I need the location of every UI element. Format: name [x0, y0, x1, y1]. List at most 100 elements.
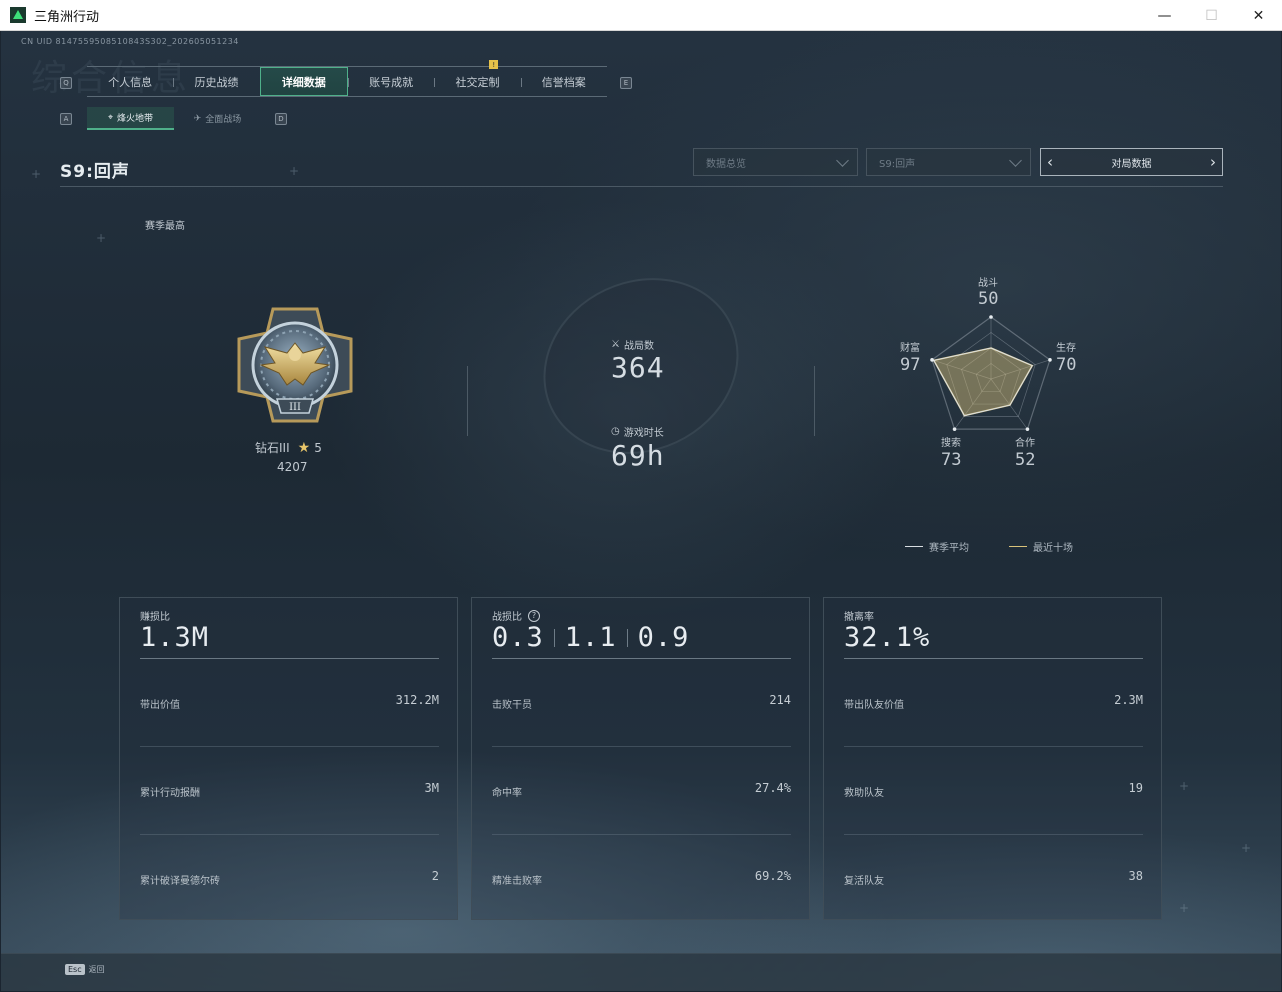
- deco-plus-icon: +: [289, 164, 300, 178]
- value-separator: [553, 628, 555, 647]
- legend-swatch: [1009, 546, 1027, 547]
- maximize-button[interactable]: ☐: [1188, 0, 1235, 31]
- profit-loss-panel: 赚损比 1.3M 带出价值 312.2M 累计行动报酬 3M 累计破译曼德尔砖 2: [119, 597, 458, 920]
- stat-value: 312.2M: [395, 693, 439, 707]
- medal-numeral: III: [289, 402, 301, 413]
- legend-recent-ten: 最近十场: [1009, 539, 1073, 554]
- stat-key: 累计破译曼德尔砖: [140, 876, 220, 887]
- subtab-full-battlefield[interactable]: ✈ 全面战场: [174, 107, 261, 130]
- rank-medal-icon: III: [237, 307, 353, 423]
- rank-name: 钻石III: [255, 441, 290, 455]
- stat-key: 命中率: [492, 788, 522, 799]
- dropdown-value: 数据总览: [706, 158, 746, 170]
- chevron-down-icon: [1009, 154, 1022, 167]
- tab-label: 详细数据: [281, 75, 326, 89]
- radar-vertex-dot: [1025, 427, 1030, 431]
- season-title: S9:回声: [60, 162, 130, 182]
- rank-score: 4207: [277, 460, 308, 474]
- crossed-swords-icon: ⚔: [611, 339, 620, 350]
- close-button[interactable]: ✕: [1235, 0, 1282, 31]
- tab-match-history[interactable]: 历史战绩: [173, 67, 259, 96]
- window-title: 三角洲行动: [34, 9, 100, 25]
- deco-plus-icon: +: [31, 167, 42, 181]
- tab-label: 个人信息: [108, 75, 153, 89]
- chevron-down-icon: [836, 154, 849, 167]
- stat-value: 38: [1128, 869, 1143, 883]
- tab-social-custom[interactable]: 社交定制 !: [434, 60, 520, 96]
- panel-title-text: 战损比: [492, 612, 522, 623]
- section-divider: [467, 366, 468, 436]
- back-label: 返回: [88, 965, 105, 974]
- next-tab-key[interactable]: E: [620, 77, 632, 89]
- stat-value: 2.3M: [1114, 693, 1143, 707]
- plane-icon: ✈: [193, 113, 202, 124]
- radar-value-wealth: 97: [900, 355, 921, 375]
- star-icon: ★: [297, 439, 311, 456]
- subtab-label: 烽火地带: [117, 114, 154, 124]
- tab-credit-record[interactable]: 信誉档案: [520, 67, 607, 96]
- prev-tab-key[interactable]: Q: [60, 77, 72, 89]
- tab-personal-info[interactable]: 个人信息: [87, 67, 173, 96]
- help-icon[interactable]: ?: [528, 609, 540, 622]
- stat-row: 精准击败率 69.2%: [492, 869, 791, 889]
- panel-underline: [492, 658, 791, 659]
- legend-label: 最近十场: [1033, 543, 1073, 554]
- stat-key: 复活队友: [844, 876, 884, 887]
- data-type-dropdown[interactable]: 数据总览: [693, 148, 858, 176]
- notification-badge: !: [489, 60, 499, 69]
- next-subtab-key[interactable]: D: [275, 113, 287, 125]
- stat-value: 19: [1128, 781, 1143, 795]
- stat-key: 带出队友价值: [844, 700, 904, 711]
- window-controls: — ☐ ✕: [1141, 0, 1282, 31]
- radar-value-cooperation: 52: [1015, 450, 1036, 470]
- stat-key: 带出价值: [140, 700, 180, 711]
- tab-achievements[interactable]: 账号成就: [347, 67, 434, 96]
- tab-label: 账号成就: [369, 75, 414, 89]
- radar-label-combat: 战斗: [978, 278, 998, 289]
- matches-label-group: ⚔ 战局数: [611, 337, 654, 352]
- value-separator: [626, 628, 628, 647]
- stat-key: 累计行动报酬: [140, 788, 200, 799]
- chevron-right-icon[interactable]: ›: [1210, 153, 1216, 171]
- chevron-left-icon[interactable]: ‹: [1047, 153, 1053, 171]
- stat-row: 命中率 27.4%: [492, 781, 791, 801]
- row-divider: [140, 746, 439, 747]
- panel-underline: [844, 658, 1143, 659]
- subtab-hazard-zone[interactable]: ⌖ 烽火地带: [87, 107, 174, 130]
- deco-plus-icon: +: [96, 231, 107, 245]
- extraction-rate-panel: 撤离率 32.1% 带出队友价值 2.3M 救助队友 19 复活队友 38: [823, 597, 1162, 920]
- stat-row: 带出队友价值 2.3M: [844, 693, 1143, 713]
- stat-key: 救助队友: [844, 788, 884, 799]
- radar-value-search: 73: [941, 450, 962, 470]
- deco-plus-icon: +: [1179, 901, 1190, 915]
- stat-row: 累计破译曼德尔砖 2: [140, 869, 439, 889]
- back-button[interactable]: Esc 返回: [65, 964, 105, 975]
- stat-row: 救助队友 19: [844, 781, 1143, 801]
- playtime-label-group: ◷ 游戏时长: [611, 424, 664, 439]
- season-dropdown[interactable]: S9:回声: [866, 148, 1031, 176]
- rank-stars: 5: [314, 440, 322, 455]
- stat-row: 击败干员 214: [492, 693, 791, 713]
- panel-title: 赚损比: [140, 608, 170, 623]
- clock-icon: ◷: [611, 426, 620, 437]
- legend-season-average: 赛季平均: [905, 539, 969, 554]
- radar-vertex-dot: [930, 358, 934, 362]
- stat-row: 累计行动报酬 3M: [140, 781, 439, 801]
- big-value: 1.3M: [140, 622, 210, 653]
- stat-value: 69.2%: [754, 869, 791, 883]
- main-tabs: 个人信息 历史战绩 详细数据 账号成就 社交定制 ! 信誉档案: [87, 60, 607, 97]
- prev-subtab-key[interactable]: A: [60, 113, 72, 125]
- radar-vertex-dot: [952, 427, 957, 431]
- stat-value: 3M: [424, 781, 439, 795]
- tab-detailed-data[interactable]: 详细数据: [259, 67, 348, 96]
- matches-value: 364: [611, 351, 665, 384]
- stat-value: 2: [431, 869, 439, 883]
- crosshair-icon: ⌖: [107, 112, 114, 123]
- window-titlebar: 三角洲行动 — ☐ ✕: [0, 0, 1282, 31]
- tab-label: 信誉档案: [541, 75, 586, 89]
- minimize-button[interactable]: —: [1141, 0, 1188, 31]
- row-divider: [844, 834, 1143, 835]
- match-data-pager[interactable]: ‹ 对局数据 ›: [1040, 148, 1223, 176]
- radar-label-wealth: 财富: [900, 343, 920, 354]
- matches-label: 战局数: [623, 341, 654, 352]
